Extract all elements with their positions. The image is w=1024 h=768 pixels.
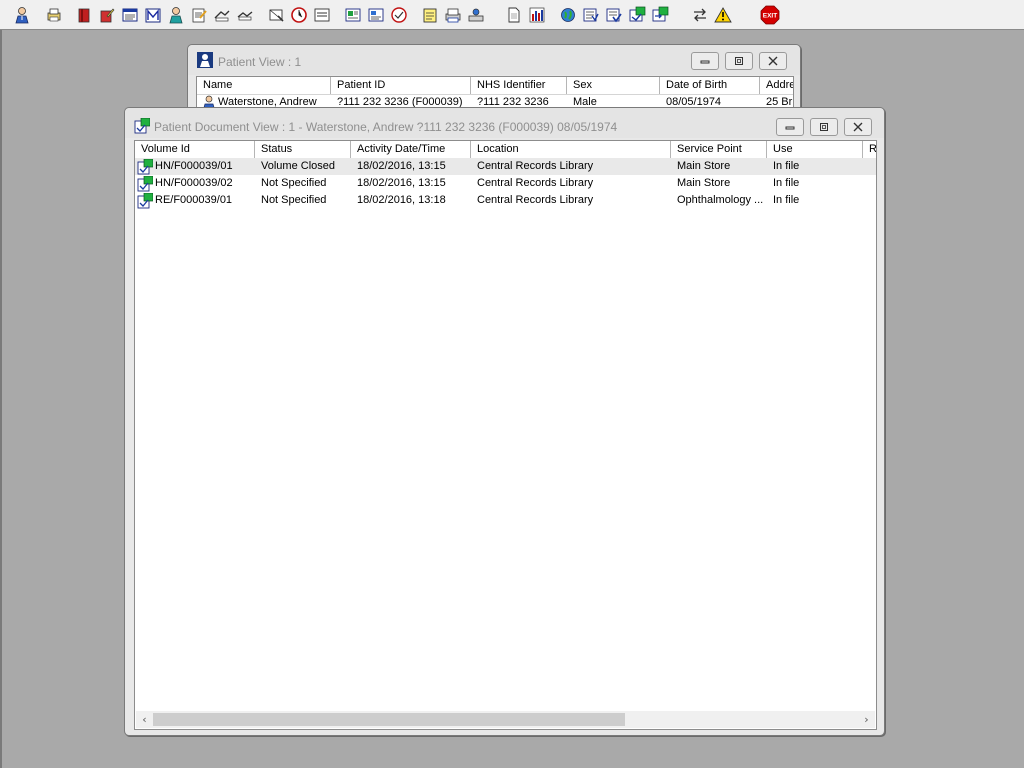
docs-check-icon[interactable] xyxy=(604,5,624,25)
volume-icon xyxy=(137,158,154,175)
notepad-icon[interactable] xyxy=(420,5,440,25)
volume-status: Not Specified xyxy=(261,194,327,206)
column-header-volume-id[interactable]: Volume Id xyxy=(135,141,255,158)
patient-view-titlebar[interactable]: Patient View : 1 xyxy=(188,45,800,75)
volume-use: In file xyxy=(773,194,800,206)
chart-bars-icon[interactable] xyxy=(527,5,547,25)
column-header-patient-id[interactable]: Patient ID xyxy=(331,77,471,94)
table-row[interactable]: HN/F000039/02 Not Specified 18/02/2016, … xyxy=(135,175,876,192)
exit-icon-text: EXIT xyxy=(763,13,777,20)
patient-search-icon[interactable] xyxy=(12,5,32,25)
volume-service-point: Ophthalmology ... xyxy=(677,194,764,206)
document-view-titlebar[interactable]: Patient Document View : 1 - Waterstone, … xyxy=(125,108,884,138)
column-header-service-point[interactable]: Service Point xyxy=(671,141,767,158)
volume-service-point: Main Store xyxy=(677,177,731,189)
volume-id: HN/F000039/01 xyxy=(155,160,233,172)
volume-id: RE/F000039/01 xyxy=(155,194,233,206)
column-header-use[interactable]: Use xyxy=(767,141,863,158)
patient-view-window: Patient View : 1 Name Patient ID NHS Ide… xyxy=(187,44,801,116)
column-header-nhs-identifier[interactable]: NHS Identifier xyxy=(471,77,567,94)
document-view-icon xyxy=(134,117,151,134)
mail-m-icon[interactable] xyxy=(143,5,163,25)
minimize-button[interactable] xyxy=(691,52,719,70)
document-icon[interactable] xyxy=(504,5,524,25)
maximize-button[interactable] xyxy=(810,118,838,136)
close-button[interactable] xyxy=(759,52,787,70)
column-header-sex[interactable]: Sex xyxy=(567,77,660,94)
volume-status: Volume Closed xyxy=(261,160,335,172)
close-button[interactable] xyxy=(844,118,872,136)
warning-icon[interactable] xyxy=(713,5,733,25)
column-header-location[interactable]: Location xyxy=(471,141,671,158)
volume-location: Central Records Library xyxy=(477,160,594,172)
list-window-icon[interactable] xyxy=(120,5,140,25)
docs-arrow-icon[interactable] xyxy=(650,5,670,25)
patient-view-icon xyxy=(197,52,213,68)
volume-service-point: Main Store xyxy=(677,160,731,172)
scroll-right-icon[interactable]: › xyxy=(858,711,875,728)
globe-icon[interactable] xyxy=(558,5,578,25)
desktop-left-edge xyxy=(0,30,2,768)
minimize-button[interactable] xyxy=(776,118,804,136)
print-icon[interactable] xyxy=(44,5,64,25)
document-list-header: Volume Id Status Activity Date/Time Loca… xyxy=(135,141,876,159)
column-header-activity-date-time[interactable]: Activity Date/Time xyxy=(351,141,471,158)
form-icon[interactable] xyxy=(312,5,332,25)
transfer-icon[interactable] xyxy=(212,5,232,25)
table-row[interactable]: HN/F000039/01 Volume Closed 18/02/2016, … xyxy=(135,158,876,175)
notes-icon[interactable] xyxy=(189,5,209,25)
docs-icon[interactable] xyxy=(581,5,601,25)
column-header-status[interactable]: Status xyxy=(255,141,351,158)
scan-icon[interactable] xyxy=(466,5,486,25)
document-view-title: Patient Document View : 1 - Waterstone, … xyxy=(154,120,618,134)
volume-use: In file xyxy=(773,160,800,172)
volume-activity: 18/02/2016, 13:15 xyxy=(357,160,446,172)
column-header-r[interactable]: R xyxy=(863,141,876,158)
volume-icon xyxy=(137,175,154,192)
volume-use: In file xyxy=(773,177,800,189)
volume-icon xyxy=(137,192,154,209)
card-icon[interactable] xyxy=(343,5,363,25)
swap-icon[interactable] xyxy=(690,5,710,25)
volume-activity: 18/02/2016, 13:18 xyxy=(357,194,446,206)
column-header-name[interactable]: Name xyxy=(197,77,331,94)
exit-icon[interactable]: EXIT xyxy=(760,5,780,25)
transfer2-icon[interactable] xyxy=(235,5,255,25)
docs-green-icon[interactable] xyxy=(627,5,647,25)
audit-icon[interactable] xyxy=(389,5,409,25)
maximize-button[interactable] xyxy=(725,52,753,70)
volume-status: Not Specified xyxy=(261,177,327,189)
book-edit-icon[interactable] xyxy=(97,5,117,25)
card2-icon[interactable] xyxy=(366,5,386,25)
volume-id: HN/F000039/02 xyxy=(155,177,233,189)
column-header-address[interactable]: Addre xyxy=(760,77,793,94)
volume-location: Central Records Library xyxy=(477,194,594,206)
printer-icon[interactable] xyxy=(443,5,463,25)
horizontal-scrollbar[interactable]: ‹ › xyxy=(136,711,875,728)
table-row[interactable]: RE/F000039/01 Not Specified 18/02/2016, … xyxy=(135,192,876,209)
patient-document-view-window: Patient Document View : 1 - Waterstone, … xyxy=(124,107,885,736)
doctor-icon[interactable] xyxy=(166,5,186,25)
clock-icon[interactable] xyxy=(289,5,309,25)
tracking-icon[interactable] xyxy=(266,5,286,25)
book-icon[interactable] xyxy=(74,5,94,25)
patient-list-header: Name Patient ID NHS Identifier Sex Date … xyxy=(197,77,793,95)
volume-activity: 18/02/2016, 13:15 xyxy=(357,177,446,189)
document-list: Volume Id Status Activity Date/Time Loca… xyxy=(134,140,877,730)
scrollbar-thumb[interactable] xyxy=(153,713,625,726)
patient-view-title: Patient View : 1 xyxy=(218,55,302,69)
main-toolbar: EXIT xyxy=(0,0,1024,30)
scroll-left-icon[interactable]: ‹ xyxy=(136,711,153,728)
volume-location: Central Records Library xyxy=(477,177,594,189)
column-header-date-of-birth[interactable]: Date of Birth xyxy=(660,77,760,94)
